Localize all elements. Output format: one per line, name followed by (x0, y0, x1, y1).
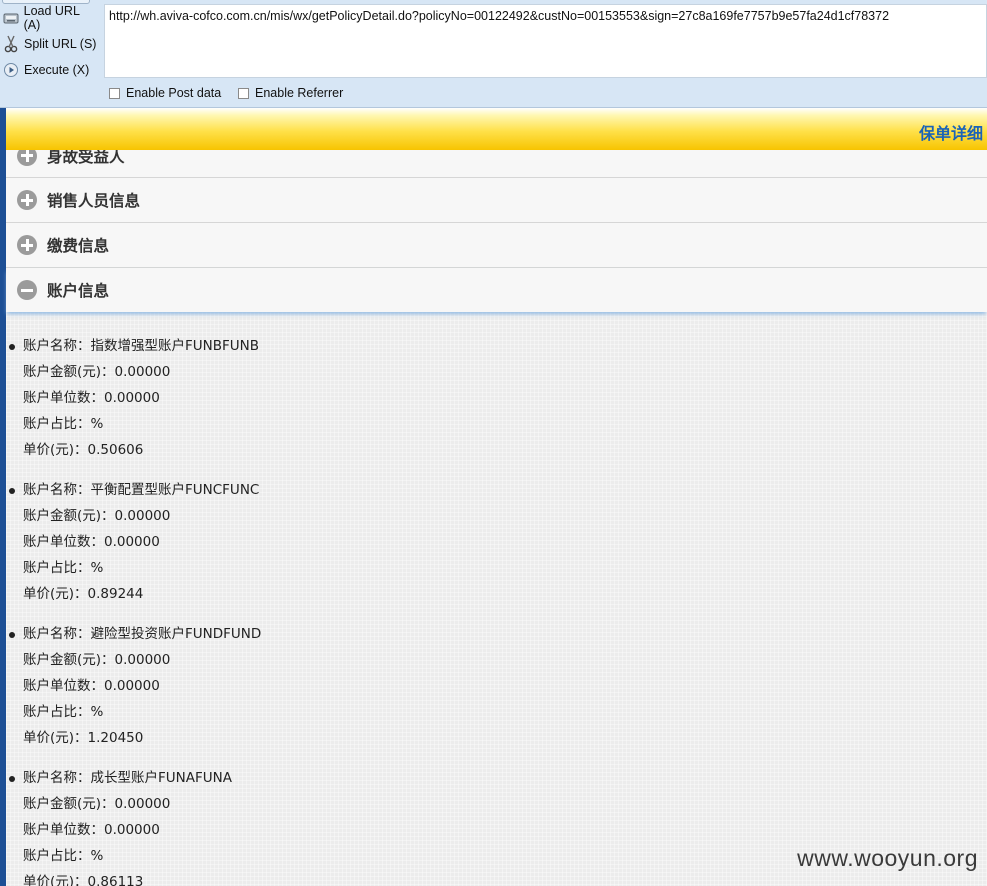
account-units: 账户单位数：0.00000 (23, 534, 160, 550)
account-ratio: 账户占比：% (23, 416, 104, 432)
scissors-icon (2, 35, 20, 53)
expand-plus-icon (17, 190, 37, 210)
account-amount: 账户金额(元)：0.00000 (23, 652, 171, 668)
account-amount: 账户金额(元)：0.00000 (23, 796, 171, 812)
account-units: 账户单位数：0.00000 (23, 822, 160, 838)
play-icon (2, 61, 20, 79)
split-url-button[interactable]: Split URL (S) (2, 33, 98, 55)
page-title: 保单详细 (918, 124, 983, 143)
enable-referrer-checkbox[interactable]: Enable Referrer (238, 86, 343, 100)
section-label: 账户信息 (47, 282, 110, 300)
section-payment-info[interactable]: 缴费信息 (6, 223, 987, 268)
account-unit-price: 单价(元)：0.89244 (23, 586, 144, 602)
account-units: 账户单位数：0.00000 (23, 678, 160, 694)
split-url-label: Split URL (S) (24, 37, 97, 51)
bullet (9, 488, 15, 494)
account-unit-price: 单价(元)：0.86113 (23, 874, 144, 886)
load-url-label: Load URL (A) (23, 4, 80, 32)
bullet (9, 344, 15, 350)
account-name: 账户名称：平衡配置型账户FUNCFUNC (23, 482, 260, 498)
section-beneficiary[interactable]: 身故受益人 (6, 150, 987, 178)
section-account-info[interactable]: 账户信息 (6, 268, 987, 312)
watermark: www.wooyun.org (797, 845, 978, 871)
enable-referrer-label: Enable Referrer (255, 86, 344, 100)
bullet (9, 632, 15, 638)
collapse-minus-icon (17, 280, 37, 300)
account-name: 账户名称：成长型账户FUNAFUNA (23, 770, 232, 786)
account-amount: 账户金额(元)：0.00000 (23, 364, 171, 380)
section-label: 身故受益人 (47, 150, 125, 166)
bullet (9, 776, 15, 782)
url-textarea[interactable]: http://wh.aviva-cofco.com.cn/mis/wx/getP… (104, 4, 987, 78)
left-accent-stripe (0, 108, 6, 886)
checkbox-box[interactable] (109, 87, 120, 99)
page-header: 保单详细 (0, 108, 987, 150)
load-url-icon (2, 9, 20, 27)
section-sales-info[interactable]: 销售人员信息 (6, 178, 987, 223)
enable-post-data-checkbox[interactable]: Enable Post data (109, 86, 221, 100)
section-label: 销售人员信息 (47, 192, 141, 210)
enable-post-data-label: Enable Post data (126, 86, 222, 100)
account-unit-price: 单价(元)：1.20450 (23, 730, 144, 746)
load-url-button[interactable]: Load URL (A) (2, 4, 98, 32)
policy-detail-page: 身故受益人 销售人员信息 缴费信息 账户信息 保单详细 账户名称：指数增强型账户… (0, 108, 987, 886)
account-name: 账户名称：指数增强型账户FUNBFUNB (23, 338, 260, 354)
account-amount: 账户金额(元)：0.00000 (23, 508, 171, 524)
execute-button[interactable]: Execute (X) (2, 59, 98, 81)
checkbox-box[interactable] (238, 87, 249, 99)
expand-plus-icon (17, 150, 37, 166)
execute-label: Execute (X) (24, 63, 90, 77)
account-ratio: 账户占比：% (23, 848, 104, 864)
account-ratio: 账户占比：% (23, 560, 104, 576)
expand-plus-icon (17, 235, 37, 255)
account-ratio: 账户占比：% (23, 704, 104, 720)
account-list: 账户名称：指数增强型账户FUNBFUNB 账户金额(元)：0.00000 账户单… (6, 312, 987, 886)
account-units: 账户单位数：0.00000 (23, 390, 160, 406)
url-value: http://wh.aviva-cofco.com.cn/mis/wx/getP… (109, 9, 890, 23)
account-unit-price: 单价(元)：0.50606 (23, 442, 144, 458)
accordion-sections: 身故受益人 销售人员信息 缴费信息 账户信息 (6, 150, 987, 312)
section-label: 缴费信息 (47, 237, 110, 255)
hackbar-toolbar: Load URL (A) Split URL (S) Execute (X) h… (0, 0, 987, 108)
account-name: 账户名称：避险型投资账户FUNDFUND (23, 626, 262, 642)
